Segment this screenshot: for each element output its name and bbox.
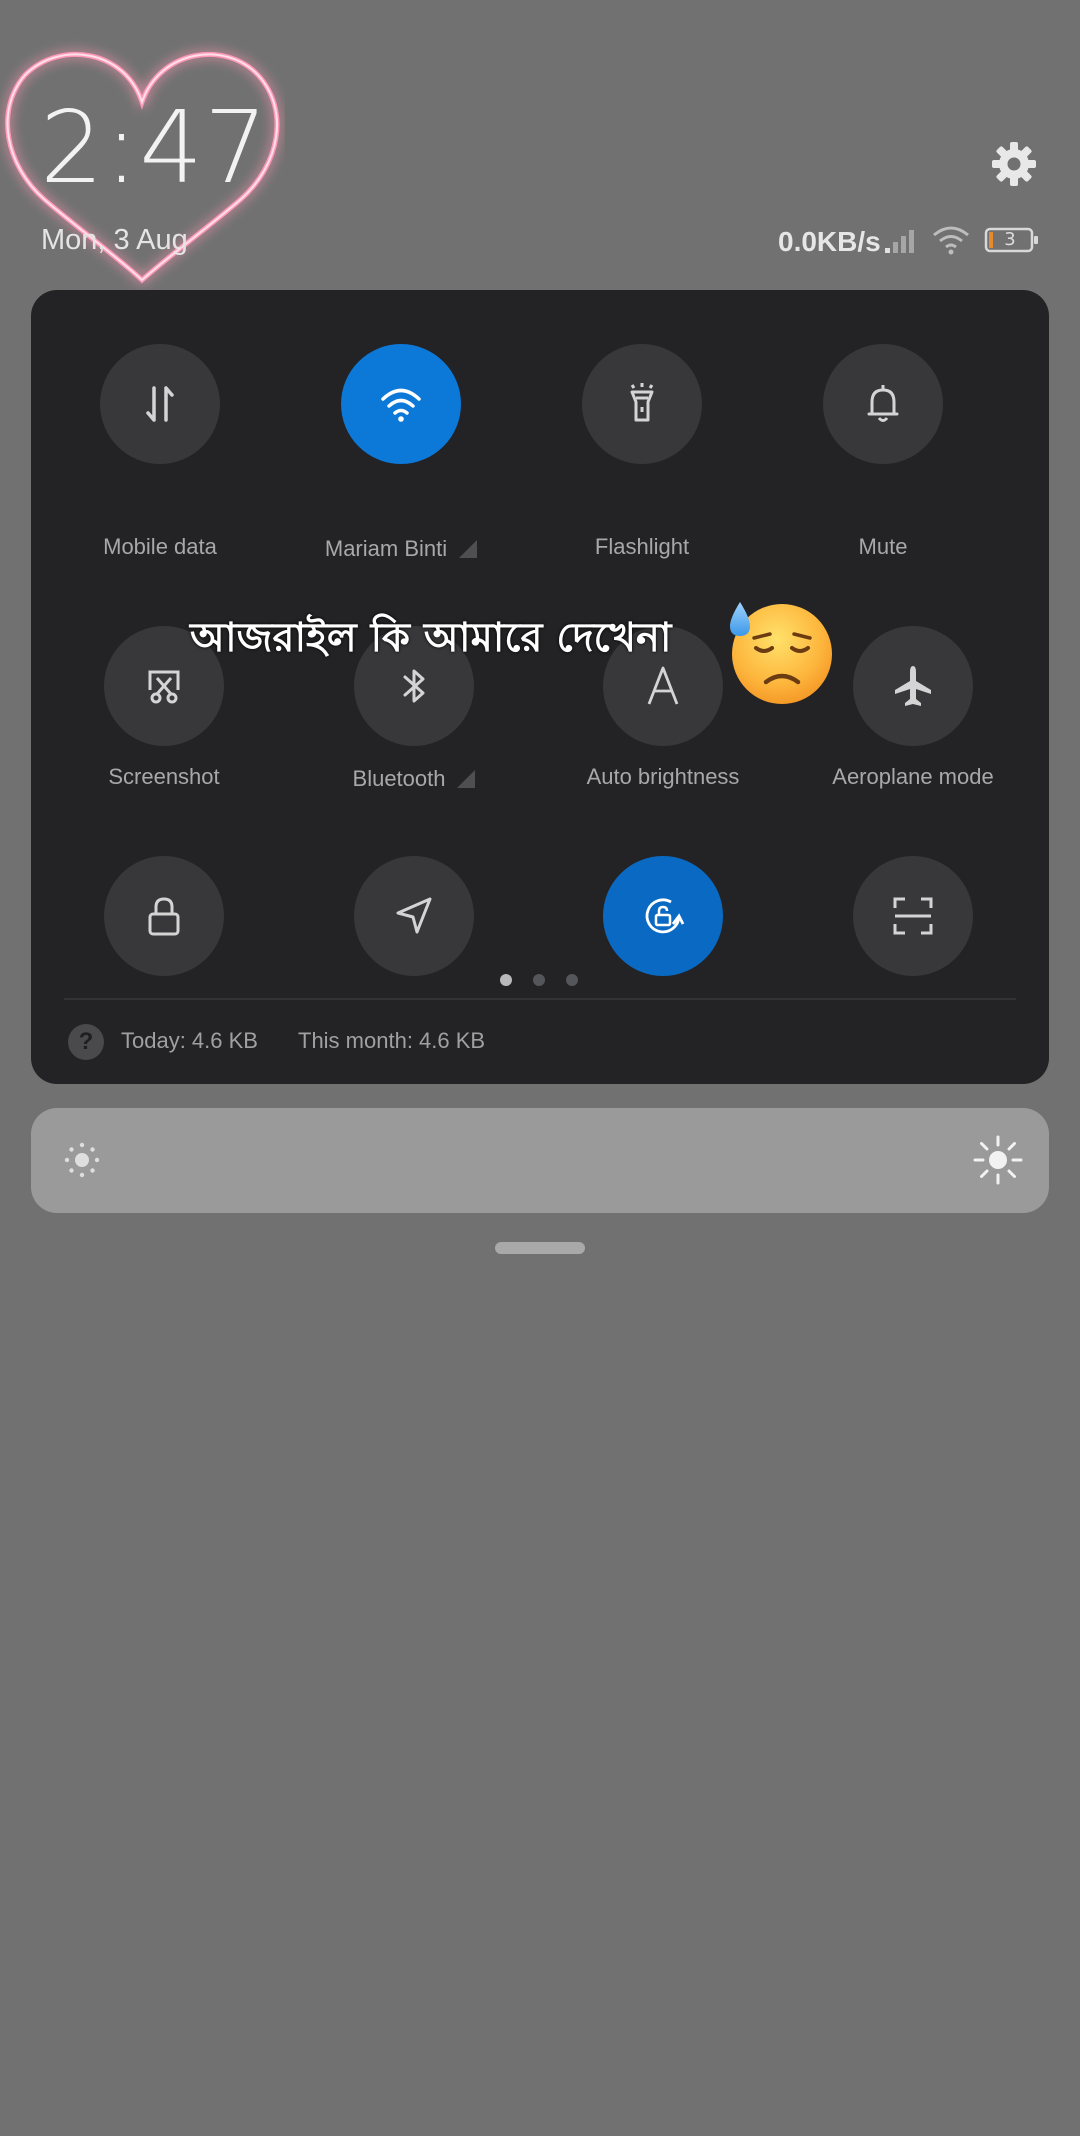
wifi-icon xyxy=(381,388,421,422)
battery-level: 3 xyxy=(1004,229,1016,250)
lock-toggle[interactable] xyxy=(104,856,224,976)
wifi-toggle[interactable] xyxy=(341,344,461,464)
page-indicator[interactable] xyxy=(497,974,578,988)
flashlight-toggle[interactable] xyxy=(582,344,702,464)
sun-small-icon xyxy=(64,1142,100,1178)
help-icon[interactable]: ? xyxy=(68,1024,104,1060)
clock[interactable]: 2:47 xyxy=(40,98,269,198)
expand-indicator-icon[interactable] xyxy=(459,540,478,558)
scan-icon xyxy=(893,897,933,935)
tile-label-flashlight: Flashlight xyxy=(594,534,690,559)
signal-icon xyxy=(885,230,914,253)
tile-label-aeroplane-mode: Aeroplane mode xyxy=(832,764,994,789)
location-icon xyxy=(396,897,432,934)
wifi-network-name: Mariam Binti xyxy=(324,536,448,561)
battery-icon: 3 xyxy=(984,226,1042,254)
location-toggle[interactable] xyxy=(354,856,474,976)
divider xyxy=(64,998,1016,1000)
page-dot-3[interactable] xyxy=(566,974,578,986)
mute-toggle[interactable] xyxy=(823,344,943,464)
tile-label-wifi[interactable]: Mariam Binti xyxy=(281,536,521,562)
brightness-slider[interactable] xyxy=(31,1108,1049,1213)
date[interactable]: Mon, 3 Aug xyxy=(41,224,188,257)
page-dot-1[interactable] xyxy=(500,974,512,986)
data-usage-month[interactable]: This month: 4.6 KB xyxy=(298,1028,485,1054)
aeroplane-mode-toggle[interactable] xyxy=(853,626,973,746)
sun-large-icon xyxy=(973,1135,1023,1185)
tile-label-mute: Mute xyxy=(858,534,908,559)
data-usage-today[interactable]: Today: 4.6 KB xyxy=(121,1028,258,1054)
overlay-caption: আজরাইল কি আমারে দেখেনা xyxy=(190,615,672,661)
tile-label-auto-brightness: Auto brightness xyxy=(586,764,740,789)
mobile-data-icon xyxy=(146,386,174,422)
network-speed: 0.0KB/s xyxy=(778,226,881,257)
scan-toggle[interactable] xyxy=(853,856,973,976)
drag-handle[interactable] xyxy=(495,1242,585,1254)
quick-settings-panel: Mobile data Mariam Binti Flashlight Mute… xyxy=(31,290,1049,1084)
lock-icon xyxy=(148,897,180,936)
expand-indicator-icon[interactable] xyxy=(457,770,476,788)
rotation-lock-icon xyxy=(645,898,685,934)
tile-label-mobile-data: Mobile data xyxy=(103,534,217,559)
flashlight-icon xyxy=(630,383,654,422)
tile-label-screenshot: Screenshot xyxy=(108,764,220,789)
bluetooth-label: Bluetooth xyxy=(352,766,446,791)
rotation-lock-toggle[interactable] xyxy=(603,856,723,976)
screenshot-icon xyxy=(148,670,180,704)
mobile-data-toggle[interactable] xyxy=(100,344,220,464)
gear-icon[interactable] xyxy=(990,140,1038,188)
airplane-icon xyxy=(895,666,931,706)
bell-icon xyxy=(867,385,899,422)
wifi-icon xyxy=(933,226,969,255)
page-dot-2[interactable] xyxy=(533,974,545,986)
downcast-face-with-sweat-emoji xyxy=(730,602,832,704)
tile-label-bluetooth[interactable]: Bluetooth xyxy=(294,766,534,792)
